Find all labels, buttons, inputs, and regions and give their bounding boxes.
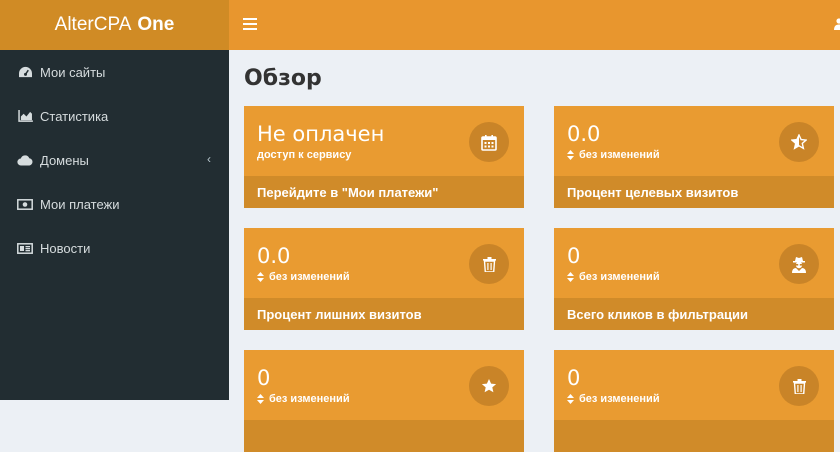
main-content: Обзор Не оплачен доступ к сервису Перейд… (229, 50, 840, 452)
dashboard-icon (17, 65, 33, 79)
info-box-payment-status: Не оплачен доступ к сервису Перейдите в … (244, 106, 524, 208)
trash-icon (469, 244, 509, 284)
box-footer-link[interactable]: Процент целевых визитов (554, 176, 834, 208)
sidebar-item-news[interactable]: Новости (0, 226, 229, 270)
chevron-left-icon[interactable]: ‹ (207, 152, 211, 166)
box-subtitle: доступ к сервису (257, 149, 351, 161)
sort-icon (257, 272, 264, 282)
info-box-5: 0 без изменений (244, 350, 524, 452)
money-icon (17, 197, 33, 211)
page-title: Обзор (244, 66, 322, 91)
sidebar-item-label: Мои сайты (40, 64, 106, 80)
sidebar-item-label: Мои платежи (40, 196, 120, 212)
brand-name: AlterCPA (54, 14, 132, 35)
box-footer-link[interactable]: Перейдите в "Мои платежи" (244, 176, 524, 208)
star-icon (469, 366, 509, 406)
box-footer-link[interactable] (244, 420, 524, 452)
box-value: Не оплачен (257, 122, 385, 146)
brand-name-bold: One (137, 14, 175, 35)
sidebar-item-domains[interactable]: Домены ‹ (0, 138, 229, 182)
box-subtitle-text: без изменений (579, 393, 660, 405)
sort-icon (257, 394, 264, 404)
sidebar-item-label: Домены (40, 152, 89, 168)
area-chart-icon (17, 109, 33, 123)
sidebar-item-my-sites[interactable]: Мои сайты (0, 50, 229, 94)
sidebar: AlterCPA One Мои сайты Статистика Домены … (0, 0, 229, 400)
sidebar-item-payments[interactable]: Мои платежи (0, 182, 229, 226)
box-footer-link[interactable]: Всего кликов в фильтрации (554, 298, 834, 330)
sidebar-toggle-icon[interactable] (243, 16, 257, 32)
sidebar-item-label: Новости (40, 240, 91, 256)
box-footer-link[interactable]: Процент лишних визитов (244, 298, 524, 330)
sidebar-item-label: Статистика (40, 108, 109, 124)
box-subtitle-text: без изменений (579, 271, 660, 283)
info-box-6: 0 без изменений (554, 350, 834, 452)
star-half-icon (779, 122, 819, 162)
box-value: 0.0 (567, 122, 601, 146)
box-value: 0.0 (257, 244, 291, 268)
newspaper-icon (17, 241, 33, 255)
box-subtitle: без изменений (257, 393, 350, 405)
info-box-target-visits: 0.0 без изменений Процент целевых визито… (554, 106, 834, 208)
box-subtitle: без изменений (257, 271, 350, 283)
box-subtitle-text: доступ к сервису (257, 149, 352, 161)
user-secret-icon (779, 244, 819, 284)
cloud-icon (17, 153, 33, 167)
box-subtitle: без изменений (567, 393, 660, 405)
box-subtitle-text: без изменений (269, 393, 350, 405)
sidebar-menu: Мои сайты Статистика Домены ‹ Мои платеж… (0, 50, 229, 270)
sort-icon (567, 272, 574, 282)
box-value: 0 (257, 366, 271, 390)
box-subtitle: без изменений (567, 149, 660, 161)
box-subtitle: без изменений (567, 271, 660, 283)
sort-icon (567, 394, 574, 404)
box-footer-link[interactable] (554, 420, 834, 452)
trash-icon (779, 366, 819, 406)
box-subtitle-text: без изменений (269, 271, 350, 283)
user-icon[interactable] (834, 18, 840, 30)
box-value: 0 (567, 366, 581, 390)
calendar-icon (469, 122, 509, 162)
sort-icon (567, 150, 574, 160)
box-subtitle-text: без изменений (579, 149, 660, 161)
box-value: 0 (567, 244, 581, 268)
sidebar-item-statistics[interactable]: Статистика (0, 94, 229, 138)
brand-logo[interactable]: AlterCPA One (0, 0, 229, 50)
top-navbar (229, 0, 840, 50)
info-box-extra-visits: 0.0 без изменений Процент лишних визитов (244, 228, 524, 330)
info-box-filtered-clicks: 0 без изменений Всего кликов в фильтраци… (554, 228, 834, 330)
